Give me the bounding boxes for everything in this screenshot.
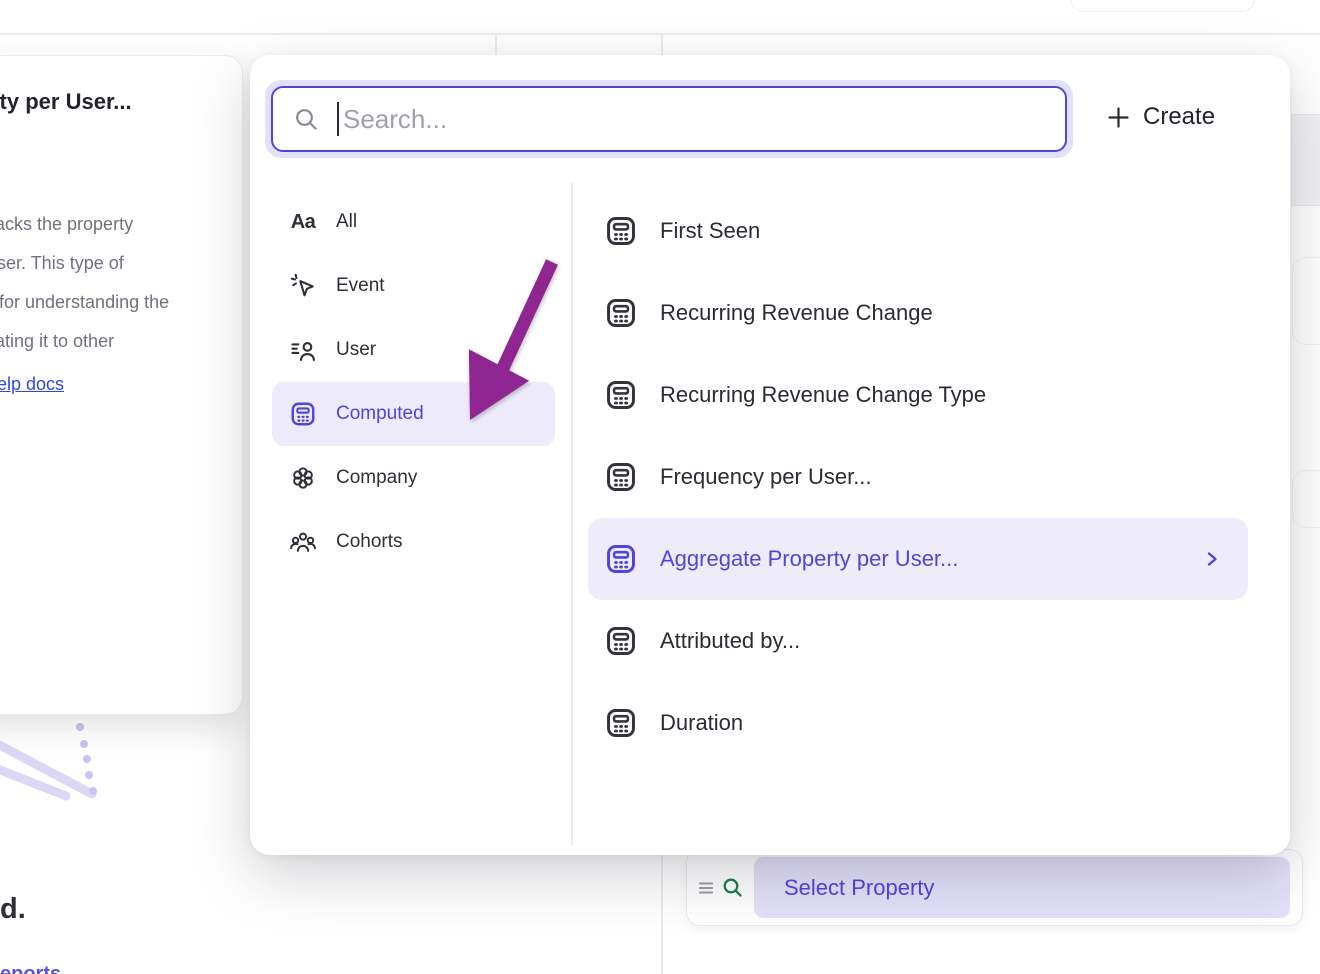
- calculator-icon: [604, 542, 638, 576]
- calculator-icon: [604, 214, 638, 248]
- property-item[interactable]: Attributed by...: [588, 600, 1248, 682]
- green-search-icon: [721, 876, 745, 900]
- decorative-illustration: [0, 716, 114, 808]
- category-sidebar: Aa All Event User: [272, 190, 555, 574]
- property-item[interactable]: Recurring Revenue Change Type: [588, 354, 1248, 436]
- create-button-label: Create: [1143, 103, 1215, 131]
- category-cohorts[interactable]: Cohorts: [272, 510, 555, 574]
- property-item[interactable]: First Seen: [588, 190, 1248, 272]
- cohorts-people-icon: [288, 527, 318, 557]
- search-input[interactable]: [343, 104, 1065, 135]
- tooltip-body-line: ating it to other: [0, 331, 114, 352]
- calculator-icon: [604, 624, 638, 658]
- select-property-button[interactable]: Select Property: [754, 857, 1290, 918]
- tooltip-body-line: for understanding the: [0, 292, 169, 313]
- tooltip-title: rty per User...: [0, 89, 132, 115]
- property-item[interactable]: Recurring Revenue Change: [588, 272, 1248, 354]
- page-divider-horizontal: [0, 33, 1320, 35]
- select-property-label: Select Property: [784, 875, 934, 901]
- text-aa-icon: Aa: [288, 207, 318, 237]
- property-item[interactable]: Duration: [588, 682, 1248, 764]
- search-field[interactable]: [271, 86, 1067, 152]
- background-heading-fragment: d.: [0, 893, 26, 926]
- drag-handle-icon[interactable]: [697, 879, 715, 897]
- create-button[interactable]: Create: [1107, 97, 1215, 137]
- calculator-icon: [604, 706, 638, 740]
- background-card-edge: [1292, 257, 1320, 345]
- chevron-right-icon: [1202, 549, 1222, 569]
- property-item[interactable]: Frequency per User...: [588, 436, 1248, 518]
- background-link-fragment[interactable]: eports: [0, 963, 90, 974]
- category-all[interactable]: Aa All: [272, 190, 555, 254]
- company-cluster-icon: [288, 463, 318, 493]
- background-button-partial: [1070, 0, 1255, 12]
- calculator-icon: [288, 399, 318, 429]
- plus-icon: [1107, 106, 1130, 129]
- modal-column-divider: [571, 183, 573, 845]
- user-list-icon: [288, 335, 318, 365]
- property-picker-modal: Create Aa All Event: [250, 55, 1290, 855]
- property-list: First Seen Recurring Revenue Change Recu…: [588, 190, 1248, 764]
- background-card-edge: [1292, 470, 1320, 528]
- property-tooltip-card: rty per User... acks the property ser. T…: [0, 55, 243, 715]
- help-docs-link[interactable]: elp docs: [0, 374, 64, 395]
- category-company[interactable]: Company: [272, 446, 555, 510]
- tooltip-body-line: ser. This type of: [0, 253, 124, 274]
- property-selector-row: Select Property: [686, 849, 1303, 926]
- category-computed[interactable]: Computed: [272, 382, 555, 446]
- calculator-icon: [604, 378, 638, 412]
- event-cursor-icon: [288, 271, 318, 301]
- category-event[interactable]: Event: [272, 254, 555, 318]
- background-panel-edge: [1291, 114, 1320, 206]
- search-icon: [293, 106, 320, 133]
- text-caret: [337, 102, 339, 136]
- calculator-icon: [604, 460, 638, 494]
- search-field-focus-ring: [265, 80, 1073, 158]
- category-user[interactable]: User: [272, 318, 555, 382]
- tooltip-body-line: acks the property: [0, 214, 133, 235]
- calculator-icon: [604, 296, 638, 330]
- property-item-selected[interactable]: Aggregate Property per User...: [588, 518, 1248, 600]
